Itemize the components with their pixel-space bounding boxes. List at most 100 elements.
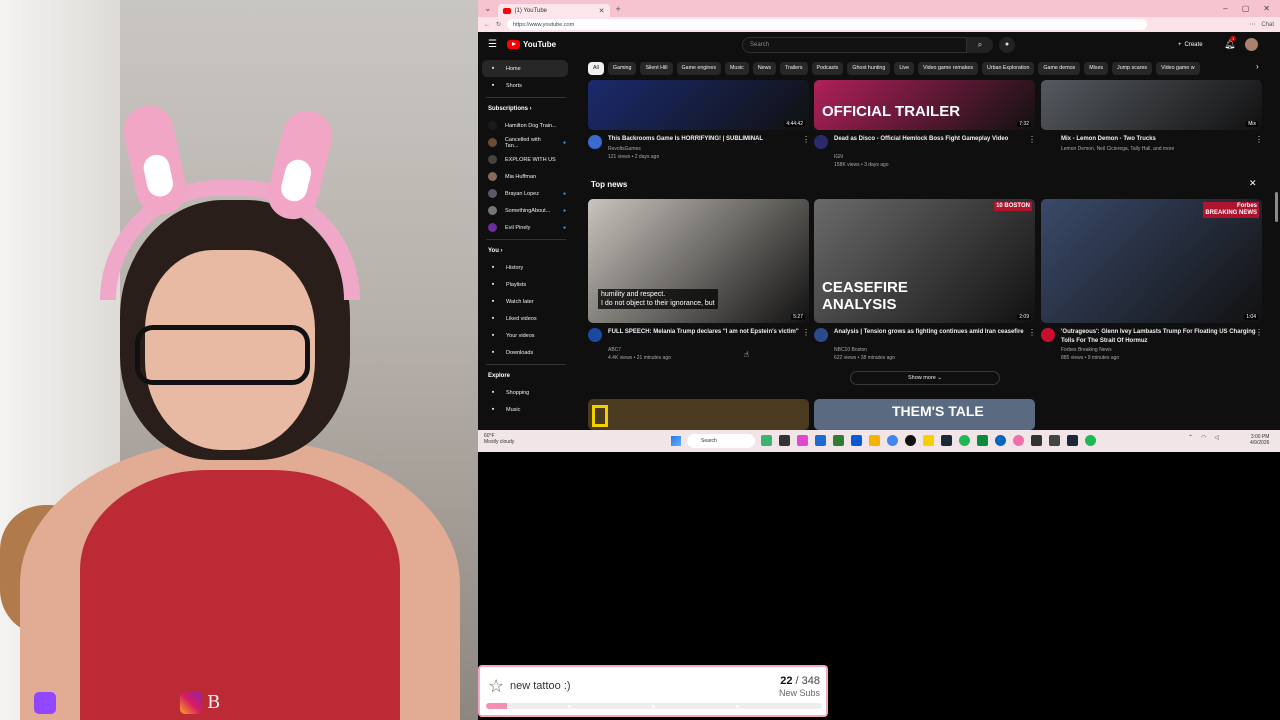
create-button[interactable]: + Create bbox=[1178, 38, 1203, 52]
video-channel[interactable]: NBC10 Boston bbox=[834, 346, 1029, 354]
url-input[interactable]: https://www.youtube.com bbox=[507, 19, 1148, 30]
back-icon[interactable]: ← bbox=[484, 22, 490, 28]
video-thumbnail[interactable]: 4:44:42 bbox=[588, 80, 809, 130]
filter-chip[interactable]: Gaming bbox=[607, 62, 637, 75]
copilot-icon[interactable] bbox=[761, 435, 772, 446]
obs-icon[interactable] bbox=[1031, 435, 1042, 446]
filter-chip[interactable]: Podcasts bbox=[811, 62, 844, 75]
sidebar-item[interactable]: ▪ History bbox=[478, 259, 574, 276]
sidebar-item[interactable]: ▪ Home bbox=[482, 60, 568, 77]
wifi-icon[interactable]: ◠ bbox=[1201, 434, 1206, 441]
edge-icon[interactable] bbox=[995, 435, 1006, 446]
filter-chip[interactable]: Game engines bbox=[676, 62, 721, 75]
spotify-alt-icon[interactable] bbox=[1085, 435, 1096, 446]
video-channel[interactable]: RevoltsGames bbox=[608, 145, 803, 153]
filter-chip[interactable]: Trailers bbox=[780, 62, 808, 75]
channel-avatar[interactable] bbox=[588, 135, 602, 149]
menu-icon[interactable]: ☰ bbox=[488, 39, 497, 50]
channel-avatar[interactable] bbox=[1041, 328, 1055, 342]
sidebar-item[interactable]: ▪ Playlists bbox=[478, 276, 574, 293]
sidebar-item[interactable]: ▪ Liked videos bbox=[478, 310, 574, 327]
tab-list-icon[interactable]: ⌄ bbox=[484, 3, 492, 14]
filter-chip[interactable]: All bbox=[588, 62, 604, 75]
voice-search-button[interactable]: ● bbox=[999, 37, 1015, 53]
sidebar-item[interactable]: ▪ Watch later bbox=[478, 293, 574, 310]
more-options-icon[interactable]: ⋮ bbox=[1255, 328, 1278, 337]
filter-chip[interactable]: Music bbox=[724, 62, 749, 75]
filter-chip[interactable]: Mixes bbox=[1084, 62, 1109, 75]
paint-icon[interactable] bbox=[797, 435, 808, 446]
filter-chip[interactable]: Urban Exploration bbox=[982, 62, 1035, 75]
video-title[interactable]: This Backrooms Game Is HORRIFYING! | SUB… bbox=[608, 135, 803, 144]
filter-chip[interactable]: Silent Hill bbox=[640, 62, 673, 75]
video-channel[interactable]: IGN bbox=[834, 153, 1029, 161]
steam-icon[interactable] bbox=[941, 435, 952, 446]
sidebar-item[interactable]: ▪ Your videos bbox=[478, 327, 574, 344]
weather-widget[interactable]: 60°F Mostly cloudy bbox=[484, 433, 514, 445]
profile-chat-label[interactable]: Chat bbox=[1261, 22, 1274, 28]
sidebar-item[interactable]: SomethingAbout... ● bbox=[478, 202, 574, 219]
video-thumbnail[interactable]: CEASEFIRE ANALYSIS 10 BOSTON 2:09 bbox=[814, 199, 1035, 323]
taskbar-clock[interactable]: 3:00 PM 4/9/2026 bbox=[1250, 434, 1269, 446]
more-options-icon[interactable]: ⋮ bbox=[1255, 135, 1278, 144]
tiktok-icon[interactable] bbox=[905, 435, 916, 446]
filter-chip[interactable]: Jump scares bbox=[1112, 62, 1153, 75]
video-channel[interactable]: ABC7 bbox=[608, 346, 803, 354]
file-explorer-icon[interactable] bbox=[869, 435, 880, 446]
close-tab-icon[interactable]: ✕ bbox=[599, 7, 605, 15]
filter-chip[interactable]: Video game remakes bbox=[918, 62, 978, 75]
steam-alt-icon[interactable] bbox=[1067, 435, 1078, 446]
chrome-icon[interactable] bbox=[887, 435, 898, 446]
sidebar-item[interactable]: Brayan Lopez ● bbox=[478, 185, 574, 202]
sidebar-item[interactable]: Cancelled with Tan... ● bbox=[478, 134, 574, 151]
filter-chip[interactable]: Live bbox=[894, 62, 915, 75]
maximize-icon[interactable]: ▢ bbox=[1242, 4, 1250, 13]
filter-chip[interactable]: News bbox=[752, 62, 777, 75]
video-title[interactable]: 'Outrageous': Glenn Ivey Lambasts Trump … bbox=[1061, 328, 1256, 345]
volume-icon[interactable]: ◁ bbox=[1214, 434, 1219, 441]
taskbar-search[interactable]: Search bbox=[687, 434, 755, 448]
minimize-icon[interactable]: – bbox=[1223, 4, 1227, 13]
video-channel[interactable]: Lemon Demon, Neil Cicierega, Tally Hall,… bbox=[1061, 145, 1256, 153]
sidebar-item[interactable]: ▪ Music bbox=[478, 401, 574, 418]
word-icon[interactable] bbox=[815, 435, 826, 446]
task-view-icon[interactable] bbox=[779, 435, 790, 446]
channel-avatar[interactable] bbox=[814, 328, 828, 342]
close-top-news-icon[interactable]: ✕ bbox=[1249, 178, 1257, 189]
browser-tab[interactable]: (1) YouTube ✕ bbox=[497, 3, 610, 18]
sidebar-item[interactable]: Evil Pinely ● bbox=[478, 219, 574, 236]
video-thumbnail[interactable] bbox=[588, 399, 809, 430]
sidebar-item[interactable]: Hamilton Dog Train... bbox=[478, 117, 574, 134]
channel-avatar[interactable] bbox=[814, 135, 828, 149]
chips-next-icon[interactable]: › bbox=[1256, 62, 1259, 71]
excel-icon[interactable] bbox=[833, 435, 844, 446]
spotify-icon[interactable] bbox=[959, 435, 970, 446]
xbox-icon[interactable] bbox=[977, 435, 988, 446]
video-channel[interactable]: Forbes Breaking News bbox=[1061, 346, 1256, 354]
channel-avatar[interactable] bbox=[588, 328, 602, 342]
extensions-icon[interactable]: ⋯ bbox=[1249, 21, 1255, 28]
subscriptions-heading[interactable]: Subscriptions › bbox=[478, 101, 574, 117]
browser-icon[interactable] bbox=[1013, 435, 1024, 446]
new-tab-icon[interactable]: + bbox=[616, 4, 621, 14]
folder-icon[interactable] bbox=[923, 435, 934, 446]
sidebar-item[interactable]: Mia Huffman bbox=[478, 168, 574, 185]
sidebar-item[interactable]: ▪ Downloads bbox=[478, 344, 574, 361]
video-thumbnail[interactable]: OFFICIAL TRAILER 7:32 bbox=[814, 80, 1035, 130]
sidebar-item[interactable]: ▪ Shopping bbox=[478, 384, 574, 401]
you-heading[interactable]: You › bbox=[478, 243, 574, 259]
filter-chip[interactable]: Ghost hunting bbox=[847, 62, 891, 75]
video-title[interactable]: Dead as Disco - Official Hemlock Boss Fi… bbox=[834, 135, 1029, 144]
video-thumbnail[interactable]: humility and respect. I do not object to… bbox=[588, 199, 809, 323]
video-thumbnail[interactable]: THEM'S TALE bbox=[814, 399, 1035, 430]
tray-chevron-icon[interactable]: ⌃ bbox=[1188, 434, 1193, 441]
search-button[interactable]: ⌕ bbox=[967, 37, 993, 53]
sidebar-item[interactable]: EXPLORE WITH US bbox=[478, 151, 574, 168]
video-thumbnail[interactable]: Mix bbox=[1041, 80, 1262, 130]
video-thumbnail[interactable]: Forbes BREAKING NEWS 1:04 bbox=[1041, 199, 1262, 323]
video-title[interactable]: Mix - Lemon Demon - Two Trucks bbox=[1061, 135, 1256, 144]
filter-chip[interactable]: Game demos bbox=[1038, 62, 1081, 75]
scrollbar[interactable] bbox=[1275, 192, 1278, 222]
outlook-icon[interactable] bbox=[851, 435, 862, 446]
close-window-icon[interactable]: ✕ bbox=[1263, 4, 1270, 13]
